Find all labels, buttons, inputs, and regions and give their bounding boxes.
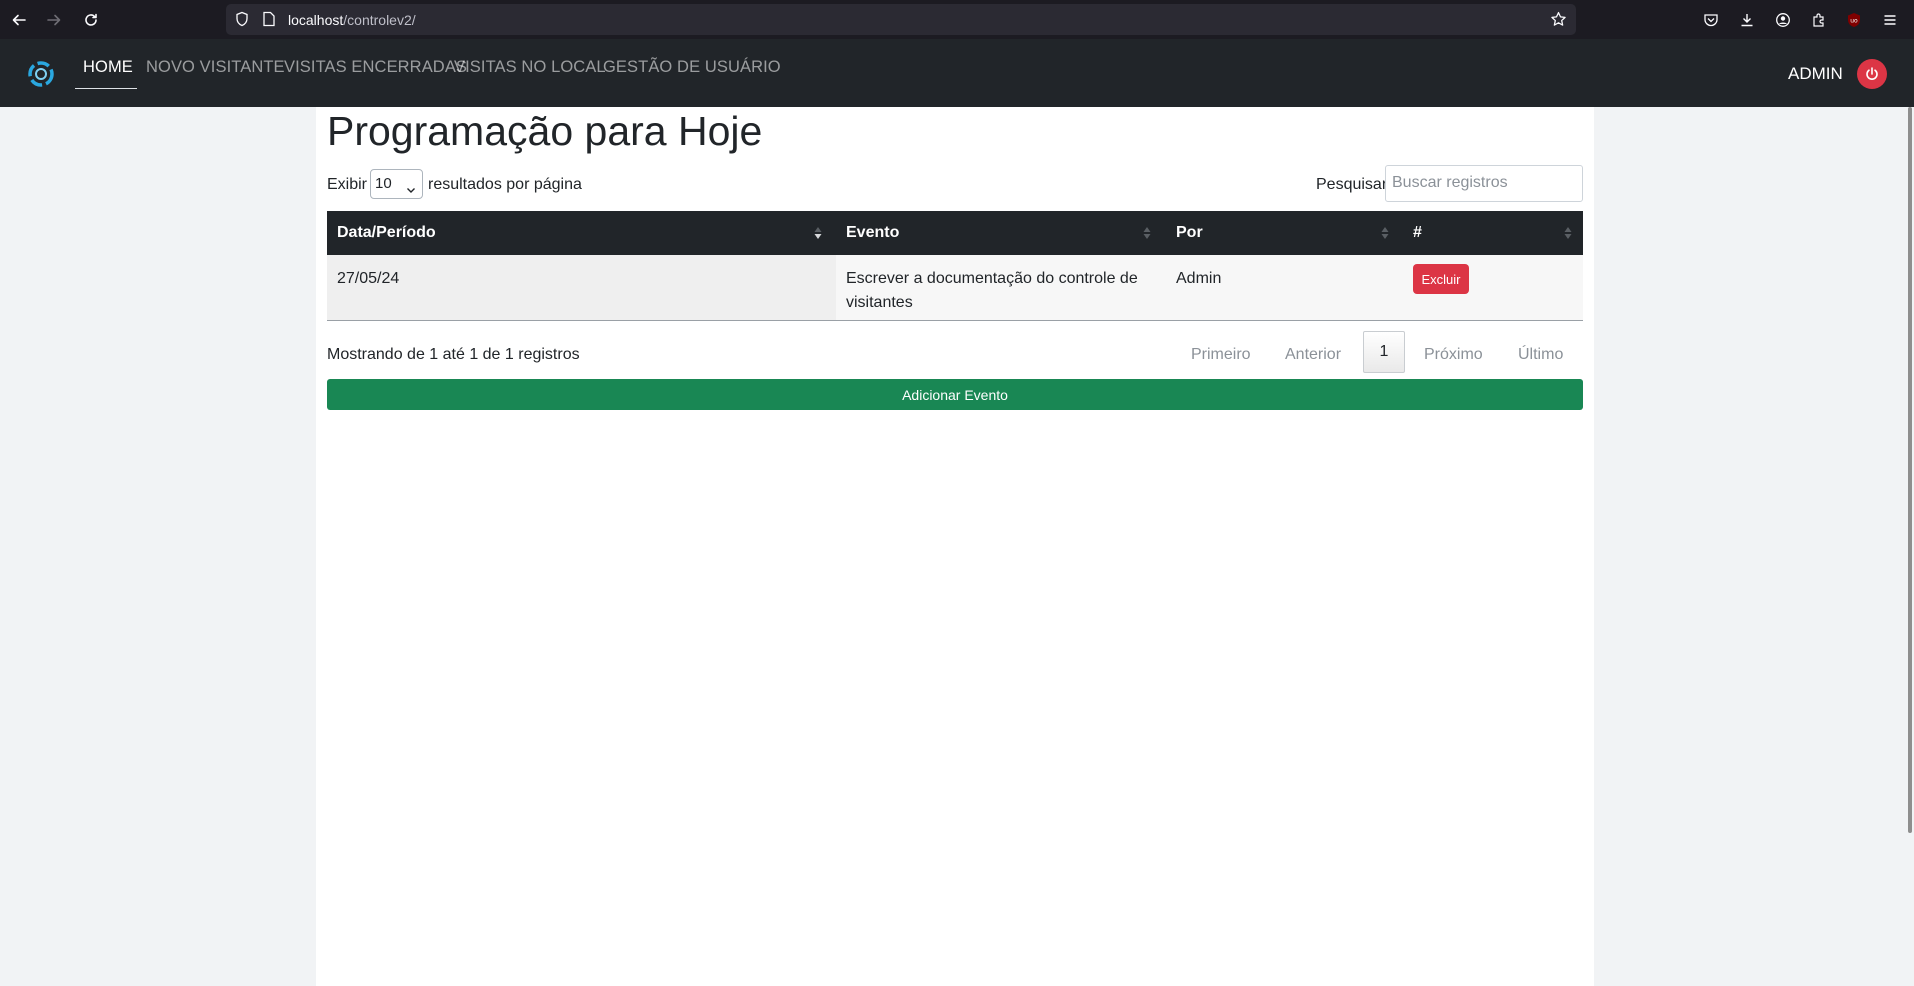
table-row: 27/05/24 Escrever a documentação do cont… — [327, 255, 1583, 321]
extensions-icon[interactable] — [1808, 9, 1830, 31]
nav-novo-visitante[interactable]: NOVO VISITANTE — [146, 58, 285, 77]
delete-button[interactable]: Excluir — [1413, 264, 1469, 294]
column-header-event[interactable]: Evento — [836, 211, 1166, 255]
sort-both-icon — [1142, 225, 1152, 246]
app-logo-icon[interactable] — [26, 59, 56, 89]
scrollbar-thumb[interactable] — [1908, 107, 1912, 833]
search-input[interactable]: Buscar registros — [1385, 165, 1583, 202]
sort-both-icon — [1563, 225, 1573, 246]
pagination-last[interactable]: Último — [1518, 346, 1563, 364]
download-icon[interactable] — [1736, 9, 1758, 31]
browser-toolbar: localhost/controlev2/ uo — [0, 0, 1914, 39]
url-host: localhost — [288, 12, 344, 28]
url-bar[interactable]: localhost/controlev2/ — [226, 4, 1576, 35]
logout-power-icon[interactable] — [1857, 59, 1887, 89]
column-header-date[interactable]: Data/Período — [327, 211, 836, 255]
column-label: Data/Período — [337, 224, 436, 241]
shield-icon[interactable] — [234, 11, 250, 32]
app-navbar: HOME NOVO VISITANTE VISITAS ENCERRADAS V… — [0, 39, 1914, 107]
reload-icon[interactable] — [78, 7, 104, 33]
pocket-icon[interactable] — [1700, 9, 1722, 31]
main-content: Programação para Hoje Exibir 10 resultad… — [316, 107, 1594, 986]
length-prefix-label: Exibir — [327, 176, 368, 193]
column-header-action[interactable]: # — [1403, 211, 1583, 255]
pagination-current-page[interactable]: 1 — [1363, 331, 1405, 373]
nav-visitas-no-local[interactable]: VISITAS NO LOCAL — [454, 58, 606, 77]
account-icon[interactable] — [1772, 9, 1794, 31]
pagination-previous[interactable]: Anterior — [1285, 346, 1341, 364]
column-label: Por — [1176, 224, 1203, 241]
cell-event: Escrever a documentação do controle de v… — [846, 270, 1138, 311]
forward-icon[interactable] — [41, 7, 67, 33]
nav-active-indicator — [75, 88, 137, 89]
search-label: Pesquisar — [1316, 176, 1388, 193]
sort-desc-icon — [813, 225, 823, 246]
table-header: Data/Período Evento Por # — [327, 211, 1583, 255]
column-label: Evento — [846, 224, 900, 241]
nav-home[interactable]: HOME — [83, 58, 133, 77]
user-label: ADMIN — [1788, 64, 1843, 83]
add-event-button[interactable]: Adicionar Evento — [327, 379, 1583, 410]
svg-text:uo: uo — [1850, 18, 1858, 25]
table-info: Mostrando de 1 até 1 de 1 registros — [327, 346, 580, 363]
nav-visitas-encerradas[interactable]: VISITAS ENCERRADAS — [284, 58, 467, 77]
column-label: # — [1413, 224, 1422, 241]
page-length-select[interactable]: 10 — [370, 169, 423, 199]
nav-gestao-de-usuario[interactable]: GESTÃO DE USUÁRIO — [603, 58, 781, 77]
page-scrollbar[interactable] — [1906, 107, 1914, 986]
ublock-icon[interactable]: uo — [1843, 9, 1865, 31]
chevron-down-icon — [406, 177, 416, 205]
url-path: /controlev2/ — [343, 12, 416, 28]
pagination-next[interactable]: Próximo — [1424, 346, 1483, 364]
pagination-first[interactable]: Primeiro — [1191, 346, 1251, 364]
page-length-value: 10 — [375, 175, 392, 192]
sort-both-icon — [1380, 225, 1390, 246]
cell-by: Admin — [1176, 270, 1222, 287]
url-text[interactable]: localhost/controlev2/ — [288, 12, 416, 28]
length-suffix-label: resultados por página — [428, 176, 582, 193]
page-icon[interactable] — [262, 11, 276, 32]
back-icon[interactable] — [6, 7, 32, 33]
menu-icon[interactable] — [1879, 9, 1901, 31]
bookmark-star-icon[interactable] — [1550, 11, 1567, 33]
cell-date: 27/05/24 — [327, 255, 836, 320]
column-header-by[interactable]: Por — [1166, 211, 1403, 255]
page-title: Programação para Hoje — [327, 108, 763, 154]
